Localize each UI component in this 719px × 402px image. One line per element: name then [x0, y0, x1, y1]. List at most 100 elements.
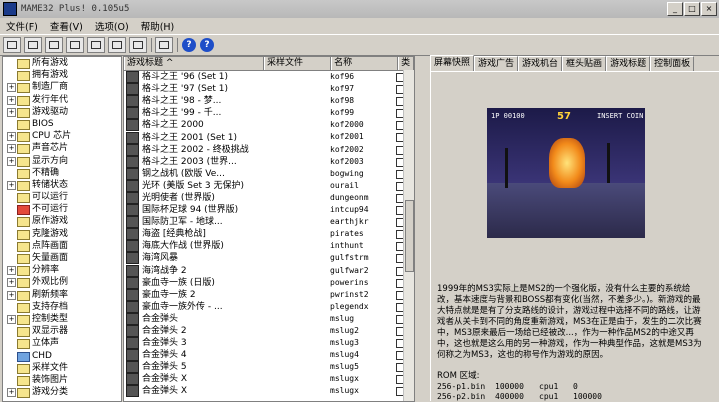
- tree-item[interactable]: + 游戏分类: [3, 386, 121, 399]
- view-details-button[interactable]: [66, 37, 84, 53]
- game-row[interactable]: 海湾风暴 gulfstrm: [124, 252, 414, 265]
- expand-icon[interactable]: +: [7, 290, 16, 300]
- tree-item[interactable]: 所有游戏: [3, 57, 121, 69]
- menu-item[interactable]: 帮助(H): [135, 19, 181, 33]
- tree-item[interactable]: + 声音芯片: [3, 142, 121, 155]
- game-row[interactable]: 格斗之王 2002 - 终极挑战 kof2002: [124, 143, 414, 156]
- close-button[interactable]: ×: [701, 2, 717, 16]
- column-header-type[interactable]: 类: [398, 57, 414, 70]
- tree-item[interactable]: 克隆游戏: [3, 228, 121, 240]
- toggle-screenshot-button[interactable]: [129, 37, 147, 53]
- about-icon[interactable]: ?: [200, 38, 214, 52]
- tree-item[interactable]: + 分辨率: [3, 264, 121, 277]
- game-row[interactable]: 国际防卫军 - 地球... earthjkr: [124, 216, 414, 229]
- rom-size: 400000: [495, 392, 524, 401]
- game-row[interactable]: 海湾战争 2 gulfwar2: [124, 264, 414, 277]
- game-row[interactable]: 豪血寺一族 2 pwrinst2: [124, 288, 414, 301]
- expand-icon[interactable]: +: [7, 144, 16, 154]
- expand-icon[interactable]: +: [7, 180, 16, 190]
- folder-icon: [17, 205, 30, 216]
- tree-item[interactable]: CHD: [3, 350, 121, 362]
- folder-tree[interactable]: 所有游戏 拥有游戏 + 制造厂商 + 发行年代 + 游戏驱动 BIOS + CPU 芯片 + 声音芯片 +…: [2, 56, 122, 402]
- game-row[interactable]: 格斗之王 '97 (Set 1) kof97: [124, 83, 414, 96]
- tree-item[interactable]: 原作游戏: [3, 215, 121, 228]
- game-row[interactable]: 合金弹头 4 mslug4: [124, 349, 414, 362]
- tree-item[interactable]: 立体声: [3, 337, 121, 350]
- menu-item[interactable]: 文件(F): [0, 19, 44, 33]
- toggle-folders-button[interactable]: [108, 37, 126, 53]
- image-tab[interactable]: 框头贴画: [562, 56, 607, 71]
- tree-item[interactable]: + 游戏驱动: [3, 106, 121, 118]
- expand-icon[interactable]: +: [7, 388, 16, 398]
- game-row[interactable]: 光明使者 (世界版) dungeonm: [124, 191, 414, 204]
- tree-item[interactable]: 采样文件: [3, 362, 121, 374]
- game-row[interactable]: 国际杯足球 94 (世界版) intcup94: [124, 204, 414, 217]
- tree-item[interactable]: 装饰图片: [3, 374, 121, 386]
- view-small-icons-button[interactable]: [24, 37, 42, 53]
- game-row[interactable]: 格斗之王 2000 kof2000: [124, 119, 414, 132]
- expand-icon[interactable]: +: [7, 266, 16, 276]
- game-row[interactable]: 合金弹头 3 mslug3: [124, 337, 414, 350]
- tree-item[interactable]: 不精确: [3, 167, 121, 179]
- expand-icon[interactable]: +: [7, 156, 16, 166]
- vertical-scrollbar[interactable]: [403, 70, 414, 401]
- tree-item[interactable]: + 刷新频率: [3, 289, 121, 301]
- view-grouped-button[interactable]: [87, 37, 105, 53]
- game-row[interactable]: 格斗之王 2003 (世界... kof2003: [124, 155, 414, 168]
- image-tab[interactable]: 控制面板: [650, 56, 695, 71]
- game-row[interactable]: 豪血寺一族 (日版) powerins: [124, 276, 414, 289]
- menu-item[interactable]: 查看(V): [44, 19, 89, 33]
- image-tab[interactable]: 游戏机台: [518, 56, 563, 71]
- view-large-icons-button[interactable]: [3, 37, 21, 53]
- game-row[interactable]: 光环 (美版 Set 3 无保护) ourail: [124, 179, 414, 192]
- column-header-title[interactable]: 游戏标题 ^: [124, 57, 265, 70]
- tree-item[interactable]: BIOS: [3, 118, 121, 130]
- tree-item[interactable]: 拥有游戏: [3, 69, 121, 82]
- game-row[interactable]: 合金弹头 mslug: [124, 312, 414, 325]
- tree-item[interactable]: 支持存档: [3, 301, 121, 313]
- game-row[interactable]: 格斗之王 '96 (Set 1) kof96: [124, 71, 414, 84]
- game-row[interactable]: 格斗之王 2001 (Set 1) kof2001: [124, 131, 414, 144]
- tree-item[interactable]: + 发行年代: [3, 94, 121, 106]
- tree-item[interactable]: + 转储状态: [3, 179, 121, 191]
- tree-item[interactable]: 点阵画面: [3, 240, 121, 252]
- view-list-button[interactable]: [45, 37, 63, 53]
- menu-item[interactable]: 选项(O): [89, 19, 135, 33]
- play-game-button[interactable]: [155, 37, 173, 53]
- tree-item[interactable]: + CPU 芯片: [3, 130, 121, 143]
- game-row[interactable]: 合金弹头 X mslugx: [124, 385, 414, 398]
- expand-icon[interactable]: +: [7, 83, 16, 93]
- game-row[interactable]: 豪血寺一族外传 - ... plegendx: [124, 300, 414, 313]
- scrollbar-thumb[interactable]: [405, 200, 414, 272]
- game-row[interactable]: 海底大作战 (世界版) inthunt: [124, 240, 414, 253]
- game-row[interactable]: 合金弹头 X mslugx: [124, 373, 414, 386]
- image-tab[interactable]: 屏幕快照: [430, 55, 475, 71]
- expand-icon[interactable]: +: [7, 95, 16, 105]
- tree-item[interactable]: + 显示方向: [3, 155, 121, 167]
- expand-icon[interactable]: +: [7, 107, 16, 117]
- image-tab[interactable]: 游戏标题: [606, 56, 651, 71]
- game-list[interactable]: 游戏标题 ^ 采样文件 名称 类 格斗之王 '96 (Set 1) kof96 格斗…: [123, 56, 415, 402]
- maximize-button[interactable]: □: [684, 2, 700, 16]
- tree-item[interactable]: + 制造厂商: [3, 81, 121, 94]
- game-row[interactable]: 格斗之王 '99 - 千... kof99: [124, 107, 414, 120]
- tree-item[interactable]: 不可运行: [3, 203, 121, 216]
- tree-item[interactable]: 矢量画面: [3, 252, 121, 264]
- tree-item[interactable]: 可以运行: [3, 191, 121, 204]
- game-row[interactable]: 合金弹头 2 mslug2: [124, 325, 414, 338]
- game-row[interactable]: 合金弹头 5 mslug5: [124, 361, 414, 374]
- expand-icon[interactable]: +: [7, 314, 16, 324]
- minimize-button[interactable]: _: [667, 2, 683, 16]
- tree-item[interactable]: + 外观比例: [3, 276, 121, 289]
- expand-icon[interactable]: +: [7, 132, 16, 142]
- tree-item[interactable]: + 控制类型: [3, 313, 121, 325]
- expand-icon[interactable]: +: [7, 278, 16, 288]
- column-header-samples[interactable]: 采样文件: [264, 57, 332, 70]
- game-row[interactable]: 海盗 [经典枪战] pirates: [124, 228, 414, 241]
- game-row[interactable]: 钢之战机 (欧版 Ve... bogwing: [124, 167, 414, 180]
- game-row[interactable]: 格斗之王 '98 - 梦... kof98: [124, 95, 414, 108]
- column-header-name[interactable]: 名称: [331, 57, 399, 70]
- image-tab[interactable]: 游戏广告: [474, 56, 519, 71]
- tree-item[interactable]: 双显示器: [3, 325, 121, 338]
- help-icon[interactable]: ?: [182, 38, 196, 52]
